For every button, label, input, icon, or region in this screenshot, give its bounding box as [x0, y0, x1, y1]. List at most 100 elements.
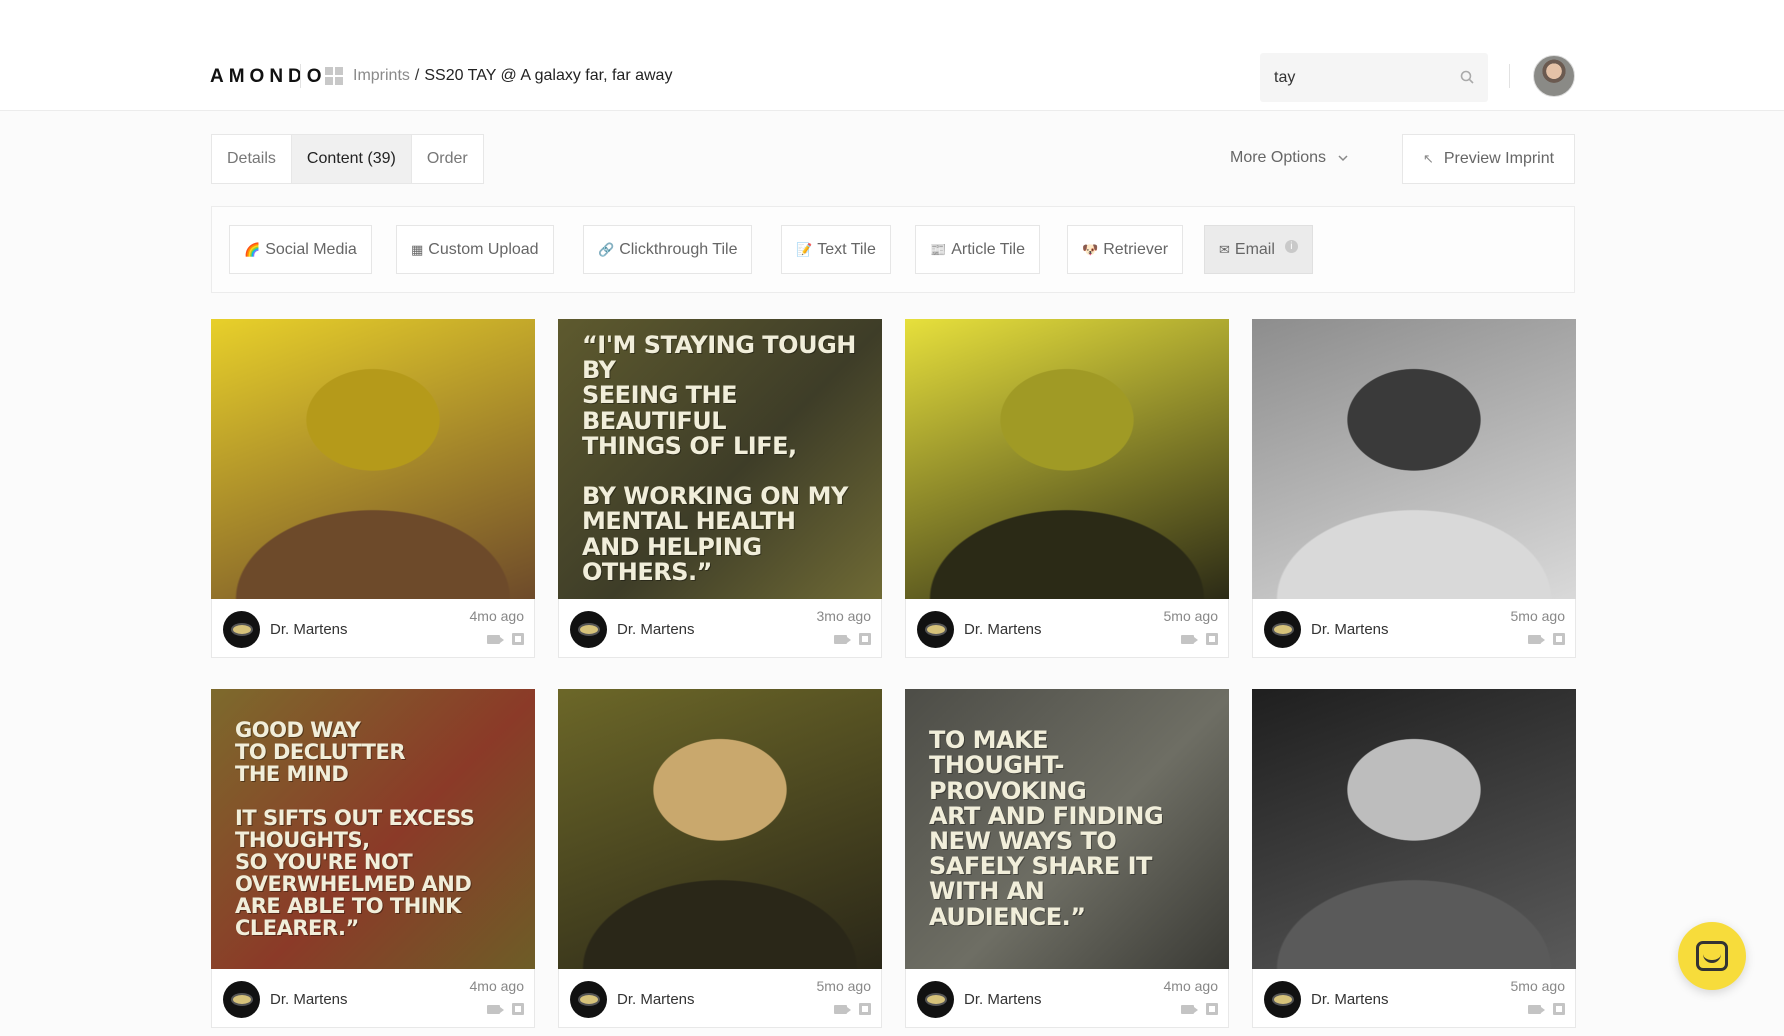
email-icon: ✉	[1219, 241, 1230, 257]
user-avatar[interactable]	[1533, 55, 1575, 97]
quote-tile-image[interactable]: GOOD WAY TO DECLUTTER THE MIND IT SIFTS …	[211, 689, 535, 969]
card-type-icons	[487, 1003, 524, 1015]
brand-name: Dr. Martens	[617, 991, 695, 1008]
header-divider	[300, 64, 301, 88]
preview-imprint-button[interactable]: ↖ Preview Imprint	[1402, 134, 1575, 184]
preview-imprint-label: Preview Imprint	[1443, 150, 1555, 167]
posted-time: 5mo ago	[1510, 608, 1565, 624]
info-icon[interactable]: i	[1284, 240, 1298, 253]
dog-icon: 🐶	[1082, 241, 1099, 257]
quote-tile-image[interactable]: TO MAKE THOUGHT-PROVOKING ART AND FINDIN…	[905, 689, 1229, 969]
breadcrumb-imprints-link[interactable]: Imprints	[353, 67, 410, 85]
posted-time: 5mo ago	[1163, 608, 1218, 624]
bookmark-icon	[512, 1003, 524, 1015]
tab-details[interactable]: Details	[212, 135, 291, 183]
content-card[interactable]: Dr. Martens 5mo ago	[1252, 689, 1576, 1028]
bookmark-icon	[1206, 633, 1218, 645]
clickthrough-tile-label: Clickthrough Tile	[619, 240, 738, 258]
search-input[interactable]	[1274, 67, 1444, 89]
posted-time: 4mo ago	[469, 978, 524, 994]
card-footer: Dr. Martens 4mo ago	[212, 599, 534, 657]
breadcrumb-separator: /	[414, 67, 420, 84]
search-icon[interactable]	[1460, 70, 1474, 84]
video-icon	[1528, 635, 1545, 644]
video-icon	[487, 635, 504, 644]
card-type-icons	[1181, 633, 1218, 645]
posted-time: 3mo ago	[816, 608, 871, 624]
brand-logo-icon	[579, 995, 598, 1004]
brand-avatar	[223, 981, 260, 1018]
video-thumbnail[interactable]	[211, 319, 535, 599]
header-divider-right	[1509, 64, 1510, 88]
article-tile-label: Article Tile	[951, 240, 1025, 258]
text-tile-button[interactable]: 📝 Text Tile	[781, 225, 891, 274]
chat-widget-button[interactable]	[1678, 922, 1746, 990]
video-icon	[1528, 1005, 1545, 1014]
card-footer: Dr. Martens 4mo ago	[212, 969, 534, 1027]
brand-avatar	[223, 611, 260, 648]
content-card[interactable]: “I'M STAYING TOUGH BY SEEING THE BEAUTIF…	[558, 319, 882, 658]
tab-order[interactable]: Order	[412, 135, 483, 183]
content-card[interactable]: Dr. Martens 5mo ago	[1252, 319, 1576, 658]
article-tile-button[interactable]: 📰 Article Tile	[915, 225, 1040, 274]
rainbow-icon: 🌈	[244, 241, 261, 257]
quote-text: “I'M STAYING TOUGH BY SEEING THE BEAUTIF…	[582, 331, 856, 586]
brand-avatar	[917, 611, 954, 648]
custom-upload-button[interactable]: ▦ Custom Upload	[396, 225, 554, 274]
content-card[interactable]: TO MAKE THOUGHT-PROVOKING ART AND FINDIN…	[905, 689, 1229, 1028]
brand-avatar	[1264, 981, 1301, 1018]
card-type-icons	[1528, 1003, 1565, 1015]
brand-name: Dr. Martens	[1311, 991, 1389, 1008]
quote-text: TO MAKE THOUGHT-PROVOKING ART AND FINDIN…	[929, 726, 1164, 931]
video-thumbnail[interactable]	[558, 689, 882, 969]
card-type-icons	[1528, 633, 1565, 645]
content-card[interactable]: GOOD WAY TO DECLUTTER THE MIND IT SIFTS …	[211, 689, 535, 1028]
bookmark-icon	[1206, 1003, 1218, 1015]
top-header: AMONDO Imprints / SS20 TAY @ A galaxy fa…	[0, 0, 1784, 111]
bookmark-icon	[512, 633, 524, 645]
card-footer: Dr. Martens 4mo ago	[906, 969, 1228, 1027]
card-footer: Dr. Martens 5mo ago	[559, 969, 881, 1027]
search-box	[1260, 53, 1488, 102]
video-icon	[834, 635, 851, 644]
content-card[interactable]: Dr. Martens 4mo ago	[211, 319, 535, 658]
email-button[interactable]: ✉ Email i	[1204, 225, 1313, 274]
amondo-logo[interactable]: AMONDO	[210, 66, 327, 88]
video-thumbnail[interactable]	[1252, 689, 1576, 969]
card-type-icons	[487, 633, 524, 645]
chat-icon	[1696, 941, 1728, 971]
breadcrumb-current: SS20 TAY @ A galaxy far, far away	[424, 67, 673, 84]
social-media-label: Social Media	[265, 240, 357, 258]
card-type-icons	[834, 633, 871, 645]
brand-name: Dr. Martens	[1311, 621, 1389, 638]
more-options-dropdown[interactable]: More Options	[1230, 149, 1348, 167]
quote-tile-image[interactable]: “I'M STAYING TOUGH BY SEEING THE BEAUTIF…	[558, 319, 882, 599]
email-label: Email	[1234, 240, 1275, 258]
brand-logo-icon	[926, 625, 945, 634]
brand-avatar	[570, 611, 607, 648]
bookmark-icon	[1553, 1003, 1565, 1015]
clickthrough-tile-button[interactable]: 🔗 Clickthrough Tile	[583, 225, 753, 274]
brand-logo-icon	[232, 995, 251, 1004]
social-media-button[interactable]: 🌈 Social Media	[229, 225, 372, 274]
brand-name: Dr. Martens	[270, 991, 348, 1008]
posted-time: 4mo ago	[1163, 978, 1218, 994]
grid-icon: ▦	[411, 241, 424, 257]
card-type-icons	[1181, 1003, 1218, 1015]
content-card[interactable]: Dr. Martens 5mo ago	[558, 689, 882, 1028]
posted-time: 4mo ago	[469, 608, 524, 624]
video-thumbnail[interactable]	[905, 319, 1229, 599]
content-card[interactable]: Dr. Martens 5mo ago	[905, 319, 1229, 658]
breadcrumb: Imprints / SS20 TAY @ A galaxy far, far …	[325, 67, 672, 85]
video-thumbnail[interactable]	[1252, 319, 1576, 599]
custom-upload-label: Custom Upload	[428, 240, 539, 258]
retriever-button[interactable]: 🐶 Retriever	[1067, 225, 1184, 274]
tab-content[interactable]: Content (39)	[290, 135, 412, 183]
card-footer: Dr. Martens 5mo ago	[906, 599, 1228, 657]
brand-name: Dr. Martens	[964, 621, 1042, 638]
text-tile-label: Text Tile	[817, 240, 876, 258]
bookmark-icon	[1553, 633, 1565, 645]
link-icon: 🔗	[598, 241, 615, 257]
video-icon	[1181, 635, 1198, 644]
brand-name: Dr. Martens	[964, 991, 1042, 1008]
